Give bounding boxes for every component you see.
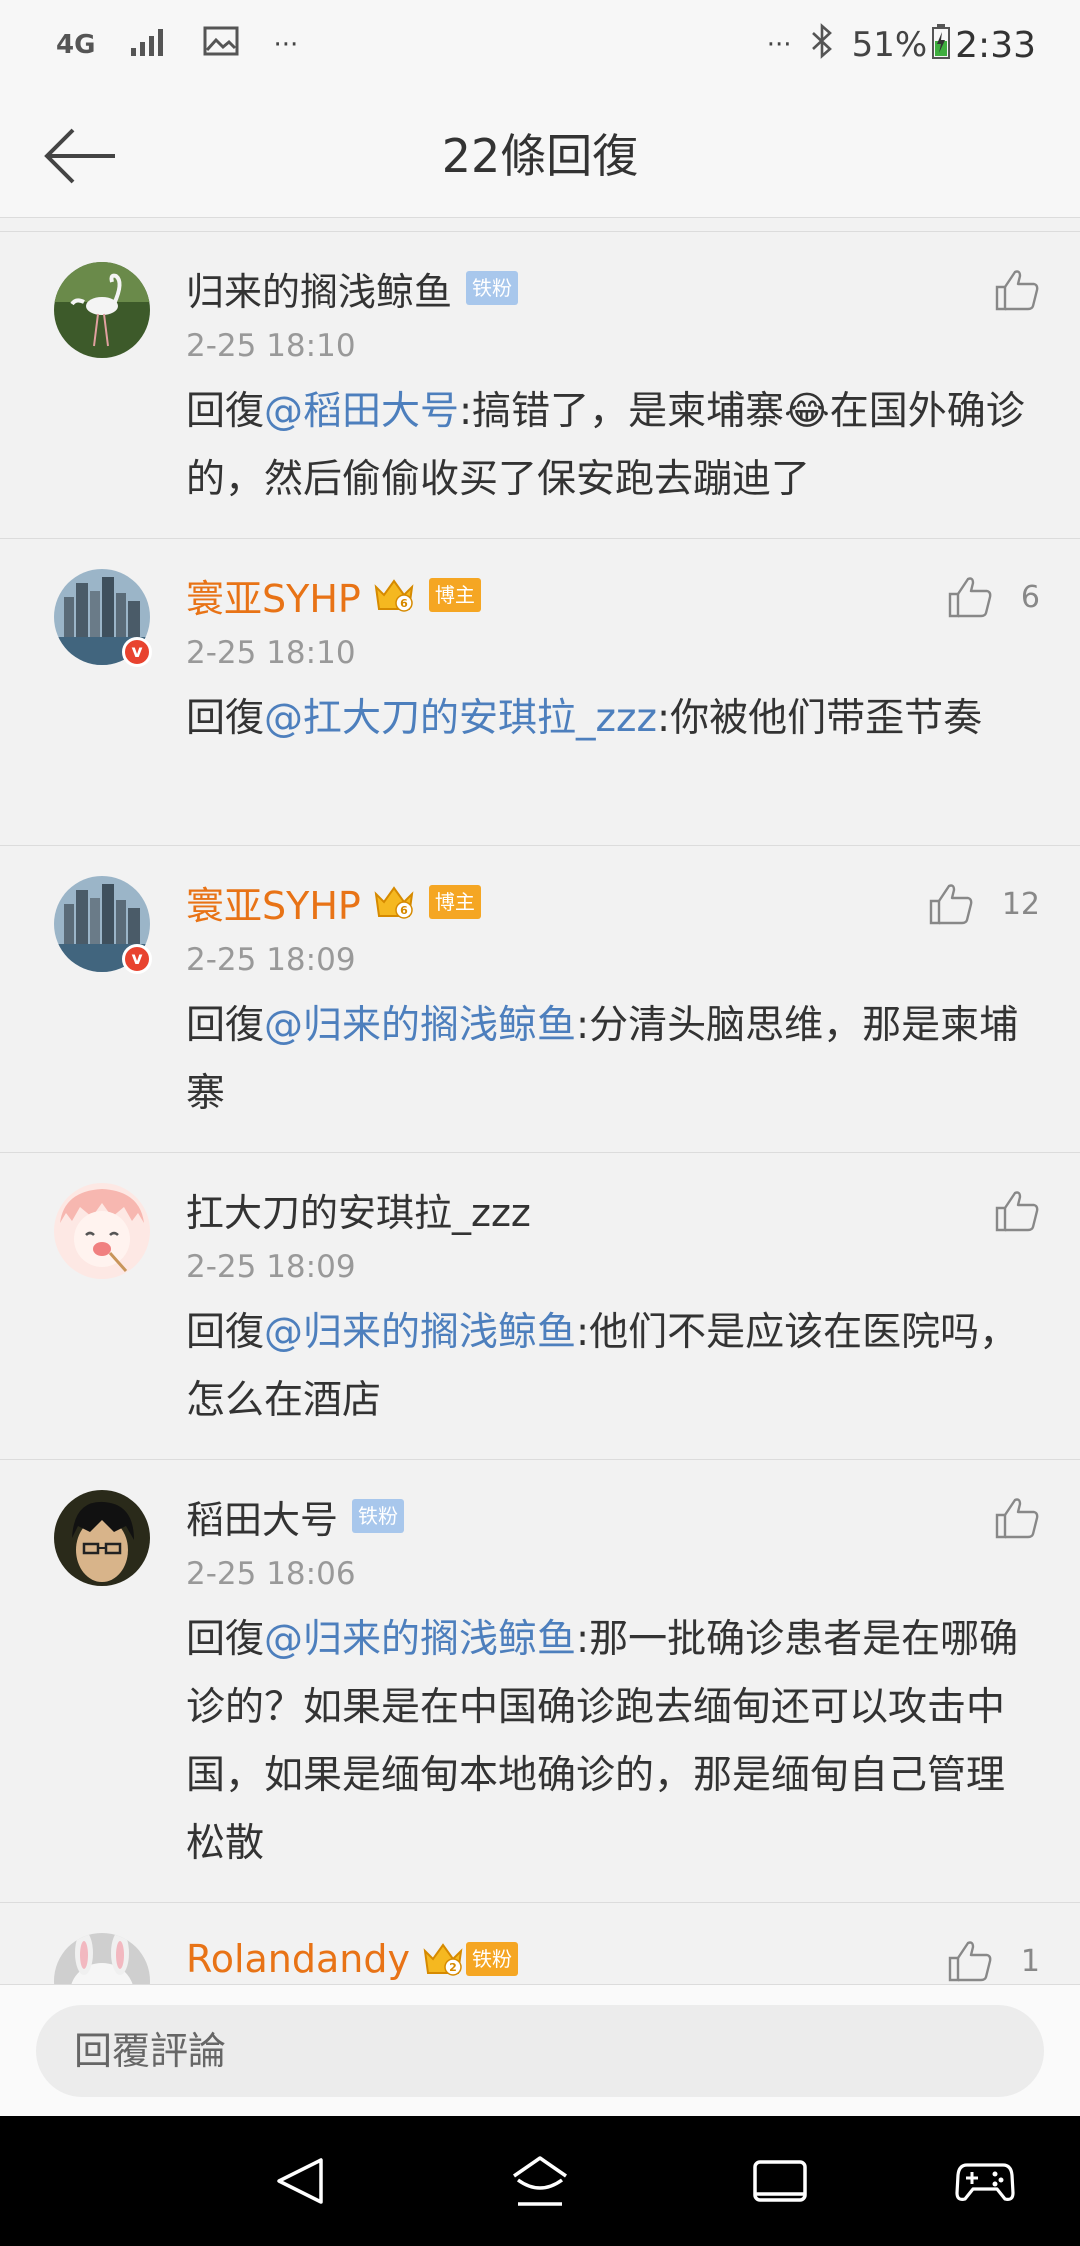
- username[interactable]: 寰亚SYHP: [186, 875, 361, 930]
- reply-prefix: 回復: [186, 1003, 265, 1048]
- like-button[interactable]: [994, 268, 1040, 312]
- avatar[interactable]: [54, 1183, 150, 1279]
- thumbs-up-icon: [995, 270, 1039, 311]
- blogger-badge: 博主: [428, 578, 481, 612]
- crown-level: 2: [449, 1961, 457, 1974]
- timestamp: 2-25 18:09: [186, 1249, 356, 1285]
- page-title: 22條回復: [441, 129, 639, 183]
- thumbs-up-icon: [995, 1498, 1039, 1539]
- comment-item: 稻田大号 铁粉 2-25 18:06 回復@归来的搁浅鲸鱼:那一批确诊患者是在哪…: [0, 1460, 1080, 1903]
- comment-list[interactable]: 归来的搁浅鲸鱼 铁粉 2-25 18:10 回復@稻田大号:搞错了，是柬埔寨😂在…: [0, 218, 1080, 1984]
- system-nav-bar: [0, 2116, 1080, 2246]
- like-count: 1: [1020, 1943, 1040, 1979]
- clock: 2:33: [955, 24, 1036, 66]
- comment-text: 回復@扛大刀的安琪拉_zzz:你被他们带歪节奏: [186, 685, 1040, 753]
- like-button[interactable]: [994, 1189, 1040, 1233]
- verified-badge-icon: v: [122, 944, 152, 974]
- thumbs-up-icon: [948, 577, 992, 618]
- reply-prefix: 回復: [186, 696, 265, 741]
- divider: [0, 218, 1080, 232]
- fan-badge: 铁粉: [466, 271, 519, 305]
- fan-badge: 铁粉: [352, 1499, 405, 1533]
- more-notifications-icon: ···: [273, 30, 299, 60]
- timestamp: 2-25 18:10: [186, 328, 356, 364]
- comment-text: 回復@归来的搁浅鲸鱼:他们不是应该在医院吗，怎么在酒店: [186, 1299, 1040, 1435]
- gamepad-icon: [955, 2163, 1015, 2201]
- reply-prefix: 回復: [186, 1617, 265, 1662]
- thumbs-up-icon: [929, 884, 973, 925]
- like-button[interactable]: 1: [947, 1939, 1040, 1983]
- comment-text: 回復@稻田大号:搞错了，是柬埔寨😂在国外确诊的，然后偷偷收买了保安跑去蹦迪了: [186, 378, 1040, 514]
- timestamp: 2-25 18:06: [186, 1556, 356, 1592]
- crown-level-icon: 6: [373, 884, 415, 920]
- mention-link[interactable]: @归来的搁浅鲸鱼: [264, 1003, 576, 1048]
- mention-link[interactable]: @扛大刀的安琪拉_zzz: [264, 696, 657, 741]
- crown-level-icon: 6: [373, 577, 415, 613]
- username[interactable]: 稻田大号: [186, 1489, 338, 1544]
- battery-charging-icon: [931, 23, 951, 68]
- reply-prefix: 回復: [186, 389, 265, 434]
- nav-home-button[interactable]: [505, 2151, 575, 2211]
- avatar[interactable]: [54, 1490, 150, 1586]
- comment-item: v 寰亚SYHP 6 博主 2-25 18:10 回復@扛大刀的安琪拉_zzz:…: [0, 539, 1080, 846]
- crown-level-icon: 2: [422, 1941, 464, 1977]
- like-button[interactable]: 12: [928, 882, 1040, 926]
- app-header: 22條回復: [0, 90, 1080, 218]
- avatar[interactable]: v: [54, 876, 152, 974]
- network-type-indicator: 4G: [56, 30, 96, 60]
- comment-text: 回復@归来的搁浅鲸鱼:分清头脑思维，那是柬埔寨: [186, 992, 1040, 1128]
- comment-item: 归来的搁浅鲸鱼 铁粉 2-25 18:10 回復@稻田大号:搞错了，是柬埔寨😂在…: [0, 232, 1080, 539]
- thumbs-up-icon: [995, 1191, 1039, 1232]
- battery-percent: 51%: [851, 25, 928, 65]
- image-icon: [203, 25, 239, 65]
- recents-icon: [753, 2160, 807, 2202]
- username[interactable]: Rolandandy: [186, 1937, 410, 1981]
- like-button[interactable]: 6: [947, 575, 1040, 619]
- like-button[interactable]: [994, 1496, 1040, 1540]
- comment-text: 回復@归来的搁浅鲸鱼:那一批确诊患者是在哪确诊的？如果是在中国确诊跑去缅甸还可以…: [186, 1606, 1040, 1878]
- reply-prefix: 回復: [186, 1310, 265, 1355]
- thumbs-up-icon: [948, 1941, 992, 1982]
- nav-game-button[interactable]: [950, 2151, 1020, 2211]
- signal-icon: [129, 25, 169, 65]
- timestamp: 2-25 18:10: [186, 635, 356, 671]
- mention-link[interactable]: @稻田大号: [264, 389, 459, 434]
- nav-back-button[interactable]: [265, 2151, 335, 2211]
- comment-item: Rolandandy 2 铁粉 1: [0, 1903, 1080, 1984]
- crown-level: 6: [400, 904, 408, 917]
- timestamp: 2-25 18:09: [186, 942, 356, 978]
- comment-body: :你被他们带歪节奏: [656, 696, 983, 741]
- avatar[interactable]: v: [54, 569, 152, 667]
- verified-badge-icon: v: [122, 637, 152, 667]
- more-icons-icon: ···: [766, 30, 792, 60]
- fan-badge: 铁粉: [465, 1942, 518, 1976]
- username[interactable]: 寰亚SYHP: [186, 568, 361, 623]
- mention-link[interactable]: @归来的搁浅鲸鱼: [264, 1617, 576, 1662]
- bluetooth-icon: [810, 22, 834, 68]
- blogger-badge: 博主: [428, 885, 481, 919]
- avatar[interactable]: [54, 1933, 150, 1984]
- comment-item: v 寰亚SYHP 6 博主 2-25 18:09 回復@归来的搁浅鲸鱼:分清头脑…: [0, 846, 1080, 1153]
- home-icon: [513, 2156, 567, 2206]
- username[interactable]: 归来的搁浅鲸鱼: [186, 261, 452, 316]
- reply-bar: [0, 1984, 1080, 2116]
- like-count: 6: [1020, 579, 1040, 615]
- comment-item: 扛大刀的安琪拉_zzz 2-25 18:09 回復@归来的搁浅鲸鱼:他们不是应该…: [0, 1153, 1080, 1460]
- status-bar: 4G ··· ··· 51% 2:33: [0, 0, 1080, 90]
- reply-input[interactable]: [36, 2005, 1044, 2097]
- avatar[interactable]: [54, 262, 150, 358]
- mention-link[interactable]: @归来的搁浅鲸鱼: [264, 1310, 576, 1355]
- like-count: 12: [1001, 886, 1040, 922]
- crown-level: 6: [400, 597, 408, 610]
- nav-recents-button[interactable]: [745, 2151, 815, 2211]
- username[interactable]: 扛大刀的安琪拉_zzz: [186, 1182, 531, 1237]
- triangle-back-icon: [277, 2158, 323, 2204]
